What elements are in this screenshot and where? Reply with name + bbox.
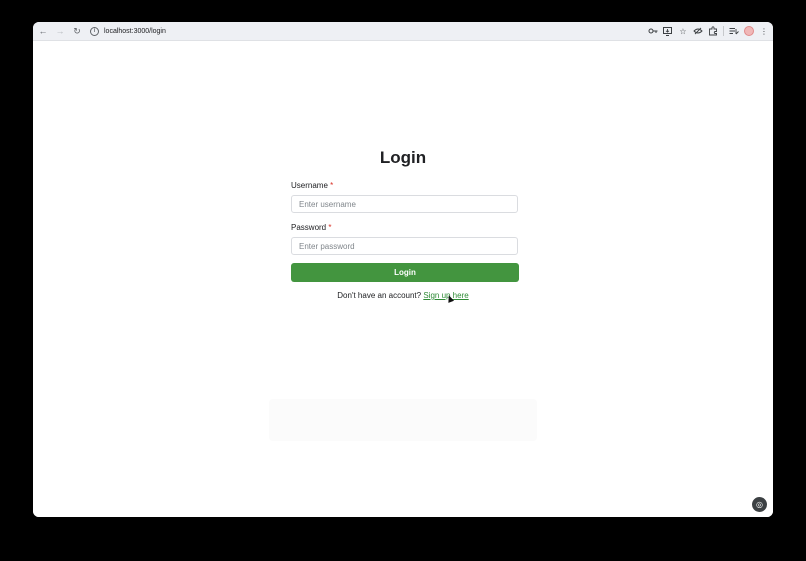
password-label-text: Password	[291, 223, 327, 232]
nav-buttons: ← → ↻	[36, 24, 84, 38]
address-bar[interactable]: i localhost:3000/login	[90, 24, 166, 38]
profile-avatar[interactable]	[744, 26, 754, 36]
screenshot-lens-icon[interactable]: ◎	[752, 497, 767, 512]
url-text[interactable]: localhost:3000/login	[104, 28, 166, 35]
bookmark-star-icon[interactable]: ☆	[678, 26, 688, 36]
username-label-text: Username	[291, 181, 328, 190]
reading-list-icon[interactable]	[729, 26, 739, 36]
page-content: Login Username * Password * Login Don't …	[33, 41, 773, 517]
username-input[interactable]	[291, 195, 518, 213]
password-key-icon[interactable]	[648, 26, 658, 36]
required-marker: *	[330, 181, 334, 190]
site-info-icon[interactable]: i	[90, 26, 99, 36]
toolbar-divider	[723, 26, 724, 36]
password-label: Password *	[291, 223, 331, 232]
install-app-icon[interactable]	[663, 26, 673, 36]
toolbar-actions: ☆ ⋮	[648, 22, 769, 40]
faded-overlay-bar	[269, 399, 537, 441]
required-marker: *	[328, 223, 332, 232]
forward-arrow-icon[interactable]: →	[53, 24, 67, 38]
browser-window: ← → ↻ i localhost:3000/login ☆ ⋮ Login U…	[33, 22, 773, 517]
password-input[interactable]	[291, 237, 518, 255]
page-title: Login	[379, 148, 427, 167]
reload-icon[interactable]: ↻	[70, 24, 84, 38]
extensions-puzzle-icon[interactable]	[708, 26, 718, 36]
back-arrow-icon[interactable]: ←	[36, 24, 50, 38]
signup-prompt-row: Don't have an account? Sign up here	[33, 291, 773, 300]
browser-toolbar: ← → ↻ i localhost:3000/login ☆ ⋮	[33, 22, 773, 41]
login-button[interactable]: Login	[291, 263, 519, 282]
signup-prompt-text: Don't have an account?	[337, 291, 422, 300]
kebab-menu-icon[interactable]: ⋮	[759, 26, 769, 36]
username-label: Username *	[291, 181, 333, 190]
hidden-eye-icon[interactable]	[693, 26, 703, 36]
